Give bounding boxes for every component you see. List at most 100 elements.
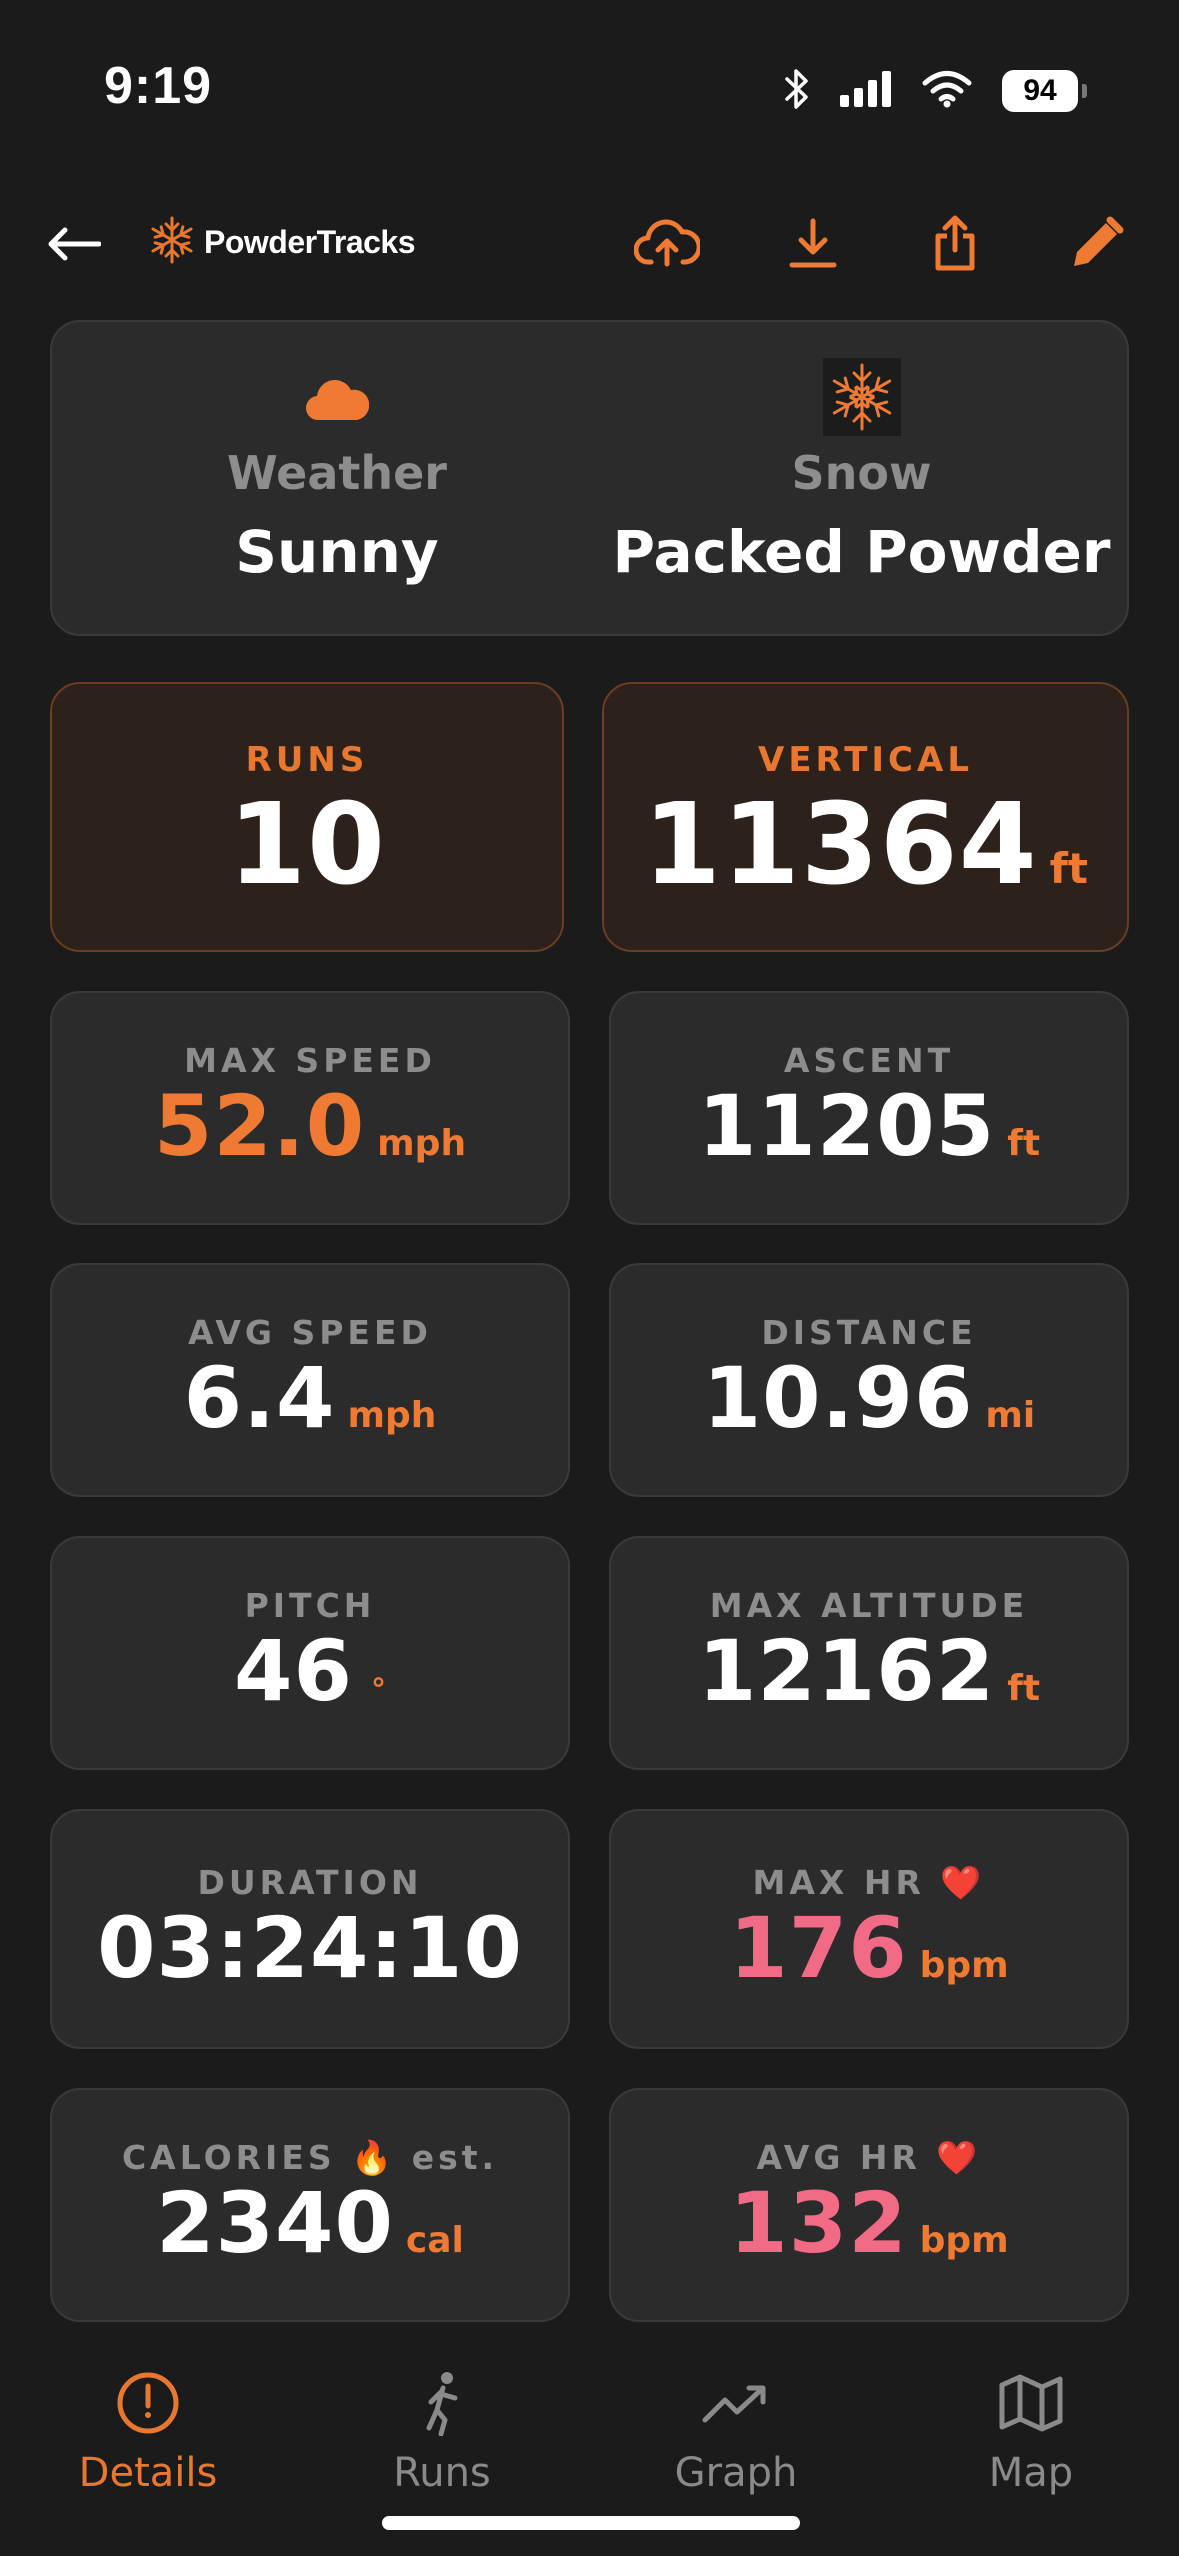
- vertical-value: 11364: [642, 780, 1038, 910]
- max-speed-tile[interactable]: MAX SPEED 52.0 mph: [50, 991, 570, 1225]
- vertical-label: VERTICAL: [758, 740, 973, 780]
- duration-label: DURATION: [197, 1863, 423, 1902]
- avg-hr-label: AVG HR ❤️: [756, 2138, 982, 2177]
- snowflake-icon: [822, 358, 901, 440]
- tab-graph-label: Graph: [674, 2450, 798, 2496]
- distance-label: DISTANCE: [761, 1313, 977, 1352]
- max-speed-label: MAX SPEED: [184, 1041, 436, 1080]
- tab-map[interactable]: Map: [911, 2368, 1151, 2496]
- max-speed-value-row: 52.0 mph: [52, 1077, 568, 1175]
- snow-value: Packed Powder: [612, 518, 1111, 586]
- avg-hr-tile[interactable]: AVG HR ❤️ 132 bpm: [609, 2088, 1129, 2322]
- ascent-value: 11205: [697, 1077, 996, 1175]
- pitch-tile[interactable]: PITCH 46 °: [50, 1536, 570, 1770]
- pitch-value: 46: [234, 1622, 353, 1720]
- max-speed-value: 52.0: [153, 1077, 366, 1175]
- ascent-unit: ft: [1007, 1123, 1041, 1164]
- distance-value: 10.96: [702, 1349, 974, 1447]
- max-speed-unit: mph: [377, 1123, 467, 1164]
- pitch-label: PITCH: [244, 1586, 376, 1625]
- max-altitude-value-row: 12162 ft: [611, 1622, 1127, 1720]
- avg-hr-value: 132: [729, 2174, 908, 2272]
- runs-tile[interactable]: RUNS 10: [50, 682, 564, 952]
- tab-map-label: Map: [988, 2450, 1074, 2496]
- max-hr-unit: bpm: [919, 1945, 1009, 1986]
- avg-speed-value: 6.4: [183, 1349, 336, 1447]
- back-button[interactable]: [44, 216, 104, 276]
- weather-value: Sunny: [235, 518, 439, 586]
- tab-details-label: Details: [78, 2450, 218, 2496]
- calories-value: 2340: [156, 2174, 394, 2272]
- runs-value: 10: [228, 780, 386, 910]
- snowflake-logo-icon: [146, 214, 198, 270]
- pitch-unit: °: [370, 1673, 386, 1708]
- snow-label: Snow: [791, 446, 932, 500]
- avg-speed-value-row: 6.4 mph: [52, 1349, 568, 1447]
- cellular-signal-icon: [840, 71, 892, 111]
- max-altitude-label: MAX ALTITUDE: [709, 1586, 1029, 1625]
- home-indicator[interactable]: [382, 2516, 800, 2530]
- cloud-icon: [305, 378, 370, 426]
- max-hr-tile[interactable]: MAX HR ❤️ 176 bpm: [609, 1809, 1129, 2049]
- bluetooth-icon: [784, 67, 810, 115]
- max-hr-value: 176: [729, 1899, 908, 1997]
- ascent-tile[interactable]: ASCENT 11205 ft: [609, 991, 1129, 1225]
- battery-level: 94: [1002, 70, 1078, 112]
- max-altitude-tile[interactable]: MAX ALTITUDE 12162 ft: [609, 1536, 1129, 1770]
- share-button[interactable]: [920, 210, 990, 280]
- duration-value: 03:24:10: [97, 1899, 523, 1997]
- wifi-icon: [922, 70, 972, 112]
- pitch-value-row: 46 °: [52, 1622, 568, 1720]
- avg-hr-value-row: 132 bpm: [611, 2174, 1127, 2272]
- max-altitude-unit: ft: [1007, 1668, 1041, 1709]
- battery-cap: [1082, 84, 1087, 98]
- map-icon: [911, 2368, 1151, 2438]
- duration-tile[interactable]: DURATION 03:24:10: [50, 1809, 570, 2049]
- duration-value-row: 03:24:10: [52, 1899, 568, 1997]
- gauge-icon: [28, 2368, 268, 2438]
- cloud-upload-button[interactable]: [632, 210, 702, 280]
- max-hr-label: MAX HR ❤️: [752, 1863, 986, 1902]
- vertical-tile[interactable]: VERTICAL 11364 ft: [602, 682, 1129, 952]
- weather-label: Weather: [227, 446, 447, 500]
- share-icon: [930, 214, 980, 276]
- battery-indicator: 94: [1002, 70, 1087, 112]
- distance-unit: mi: [985, 1395, 1036, 1436]
- weather-section: Weather Sunny: [52, 322, 622, 638]
- edit-pencil-icon: [1070, 216, 1124, 274]
- tab-runs-label: Runs: [393, 2450, 491, 2496]
- calories-tile[interactable]: CALORIES 🔥 est. 2340 cal: [50, 2088, 570, 2322]
- runs-value-row: 10: [52, 780, 562, 910]
- calories-label: CALORIES 🔥 est.: [121, 2138, 499, 2177]
- vertical-value-row: 11364 ft: [604, 780, 1127, 910]
- download-button[interactable]: [778, 210, 848, 280]
- avg-speed-label: AVG SPEED: [188, 1313, 432, 1352]
- tab-details[interactable]: Details: [28, 2368, 268, 2496]
- download-icon: [788, 217, 838, 273]
- avg-hr-unit: bpm: [919, 2220, 1009, 2261]
- snow-section: Snow Packed Powder: [592, 322, 1131, 638]
- status-time: 9:19: [104, 57, 213, 115]
- trend-chart-icon: [616, 2368, 856, 2438]
- tab-runs[interactable]: Runs: [322, 2368, 562, 2496]
- app-logo: PowderTracks: [146, 214, 416, 270]
- conditions-card: Weather Sunny Snow Packed Powder: [50, 320, 1129, 636]
- status-bar: 9:19 94: [0, 0, 1179, 170]
- max-hr-value-row: 176 bpm: [611, 1899, 1127, 1997]
- calories-unit: cal: [405, 2220, 464, 2261]
- skier-icon: [322, 2368, 562, 2438]
- distance-value-row: 10.96 mi: [611, 1349, 1127, 1447]
- distance-tile[interactable]: DISTANCE 10.96 mi: [609, 1263, 1129, 1497]
- edit-button[interactable]: [1062, 210, 1132, 280]
- calories-value-row: 2340 cal: [52, 2174, 568, 2272]
- vertical-unit: ft: [1049, 844, 1088, 893]
- cloud-upload-icon: [633, 216, 702, 274]
- avg-speed-unit: mph: [347, 1395, 437, 1436]
- max-altitude-value: 12162: [697, 1622, 996, 1720]
- ascent-value-row: 11205 ft: [611, 1077, 1127, 1175]
- app-header: PowderTracks: [0, 190, 1179, 300]
- tab-graph[interactable]: Graph: [616, 2368, 856, 2496]
- runs-label: RUNS: [245, 740, 369, 780]
- avg-speed-tile[interactable]: AVG SPEED 6.4 mph: [50, 1263, 570, 1497]
- back-arrow-icon: [47, 227, 102, 265]
